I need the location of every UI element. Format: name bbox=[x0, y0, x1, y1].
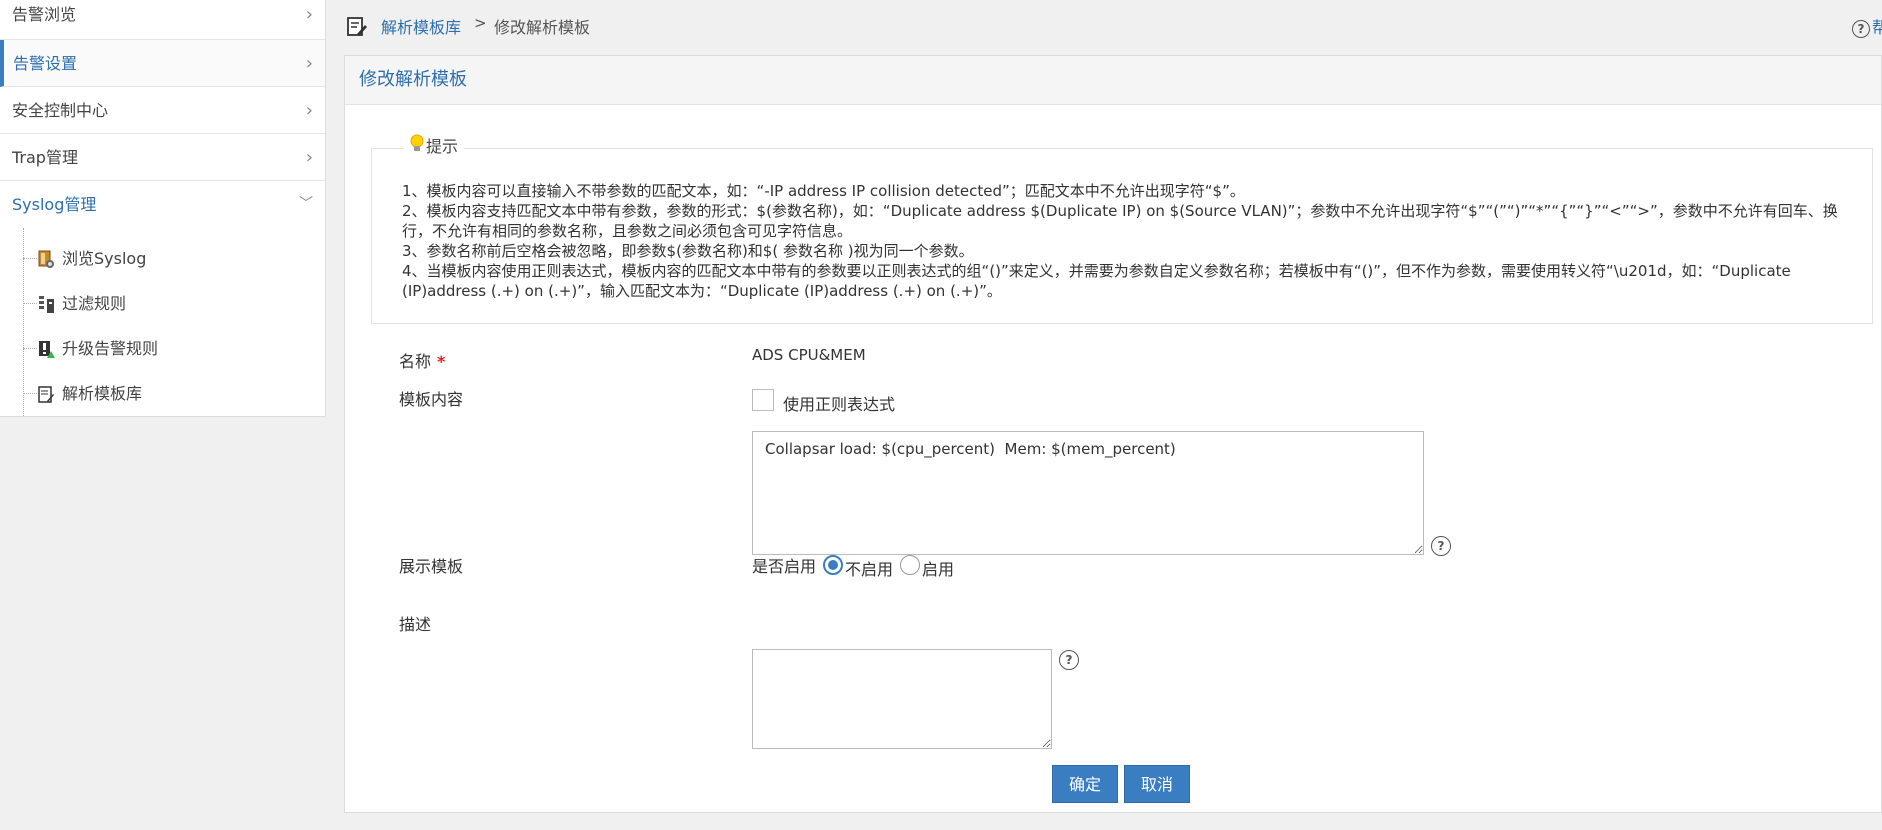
template-library-icon bbox=[38, 386, 54, 403]
chevron-right-icon: › bbox=[305, 53, 313, 74]
sidebar-subitem-upgrade-alarm-rules[interactable]: 升级告警规则 bbox=[0, 326, 325, 371]
sidebar-item-alarm-browse[interactable]: 告警浏览 › bbox=[0, 0, 325, 40]
description-textarea[interactable] bbox=[752, 649, 1052, 749]
radio-enable-label[interactable]: 启用 bbox=[922, 556, 954, 580]
content-label: 模板内容 bbox=[399, 390, 464, 409]
breadcrumb-current: 修改解析模板 bbox=[494, 18, 591, 37]
upgrade-alarm-icon bbox=[39, 341, 55, 358]
required-mark: * bbox=[437, 352, 446, 371]
panel-title: 修改解析模板 bbox=[345, 56, 1881, 105]
help-button[interactable]: ?帮助 bbox=[1851, 14, 1882, 38]
breadcrumb: 解析模板库 > 修改解析模板 ?帮助 bbox=[326, 0, 1882, 52]
browse-syslog-icon bbox=[38, 250, 54, 268]
sidebar-subitem-label: 解析模板库 bbox=[62, 384, 143, 403]
template-content-textarea[interactable]: Collapsar load: $(cpu_percent) Mem: $(me… bbox=[752, 431, 1424, 555]
chevron-right-icon: › bbox=[305, 4, 313, 25]
tree-connector bbox=[23, 348, 37, 349]
tip-line: 3、参数名称前后空格会被忽略，即参数$(参数名称)和$( 参数名称 )视为同一个… bbox=[402, 242, 974, 260]
sidebar-item-label: 告警浏览 bbox=[12, 5, 77, 24]
syslog-submenu: 浏览Syslog 过滤规则 升级告警规则 解析模板库 bbox=[0, 228, 325, 416]
name-label: 名称 * bbox=[399, 348, 445, 372]
help-icon: ? bbox=[1851, 19, 1870, 38]
template-edit-icon bbox=[347, 17, 367, 36]
sidebar-item-label: Trap管理 bbox=[12, 148, 78, 167]
radio-disable[interactable] bbox=[823, 555, 843, 575]
tips-title: 提示 bbox=[426, 137, 459, 156]
sidebar-subitem-label: 升级告警规则 bbox=[62, 339, 159, 358]
help-question-icon[interactable]: ? bbox=[1059, 650, 1079, 670]
tips-legend: 提示 bbox=[404, 133, 465, 157]
sidebar-subitem-label: 浏览Syslog bbox=[62, 249, 147, 268]
regex-checkbox[interactable] bbox=[752, 389, 774, 411]
sidebar-subitem-template-library[interactable]: 解析模板库 bbox=[0, 371, 325, 416]
tip-line: 4、当模板内容使用正则表达式，模板内容的匹配文本中带有的参数要以正则表达式的组“… bbox=[402, 262, 1791, 300]
breadcrumb-separator: > bbox=[474, 14, 487, 32]
display-template-label: 展示模板 bbox=[399, 557, 464, 576]
sidebar-item-label: 告警设置 bbox=[13, 54, 78, 73]
radio-disable-label[interactable]: 不启用 bbox=[845, 556, 893, 580]
sidebar-item-syslog[interactable]: Syslog管理 ﹀ bbox=[0, 181, 325, 228]
help-question-icon[interactable]: ? bbox=[1431, 536, 1451, 556]
tree-connector bbox=[23, 258, 37, 259]
enable-prompt: 是否启用 bbox=[752, 557, 817, 576]
chevron-right-icon: › bbox=[305, 147, 313, 168]
name-value: ADS CPU&MEM bbox=[752, 346, 866, 364]
sidebar-item-label: 安全控制中心 bbox=[12, 101, 109, 120]
sidebar: 告警浏览 › 告警设置 › 安全控制中心 › Trap管理 › Syslog管理… bbox=[0, 0, 326, 417]
sidebar-subitem-browse-syslog[interactable]: 浏览Syslog bbox=[0, 236, 325, 281]
sidebar-item-alarm-settings[interactable]: 告警设置 › bbox=[0, 40, 325, 87]
tree-connector bbox=[23, 393, 37, 394]
breadcrumb-link-template-library[interactable]: 解析模板库 bbox=[381, 14, 461, 38]
ok-button[interactable]: 确定 bbox=[1052, 765, 1118, 803]
chevron-down-icon: ﹀ bbox=[299, 196, 313, 212]
sidebar-item-trap[interactable]: Trap管理 › bbox=[0, 134, 325, 181]
sidebar-subitem-label: 过滤规则 bbox=[62, 294, 127, 313]
help-label: 帮助 bbox=[1871, 18, 1882, 37]
regex-checkbox-label[interactable]: 使用正则表达式 bbox=[783, 391, 895, 415]
radio-enable[interactable] bbox=[900, 555, 920, 575]
sidebar-item-label: Syslog管理 bbox=[12, 195, 97, 214]
chevron-right-icon: › bbox=[305, 100, 313, 121]
sidebar-subitem-filter-rules[interactable]: 过滤规则 bbox=[0, 281, 325, 326]
description-label: 描述 bbox=[399, 615, 432, 634]
sidebar-item-security-center[interactable]: 安全控制中心 › bbox=[0, 87, 325, 134]
tip-line: 1、模板内容可以直接输入不带参数的匹配文本，如：“-IP address IP … bbox=[402, 182, 1245, 200]
filter-rules-icon bbox=[39, 296, 54, 313]
tip-line: 2、模板内容支持匹配文本中带有参数，参数的形式：$(参数名称)，如：“Dupli… bbox=[402, 202, 1838, 240]
tips-text: 1、模板内容可以直接输入不带参数的匹配文本，如：“-IP address IP … bbox=[402, 181, 1842, 301]
lightbulb-icon bbox=[410, 134, 424, 151]
name-label-text: 名称 bbox=[399, 352, 432, 371]
edit-template-panel: 修改解析模板 提示 1、模板内容可以直接输入不带参数的匹配文本，如：“-IP a… bbox=[344, 55, 1882, 813]
cancel-button[interactable]: 取消 bbox=[1124, 765, 1190, 803]
tree-connector bbox=[23, 303, 37, 304]
tips-box: 提示 1、模板内容可以直接输入不带参数的匹配文本，如：“-IP address … bbox=[371, 133, 1873, 324]
